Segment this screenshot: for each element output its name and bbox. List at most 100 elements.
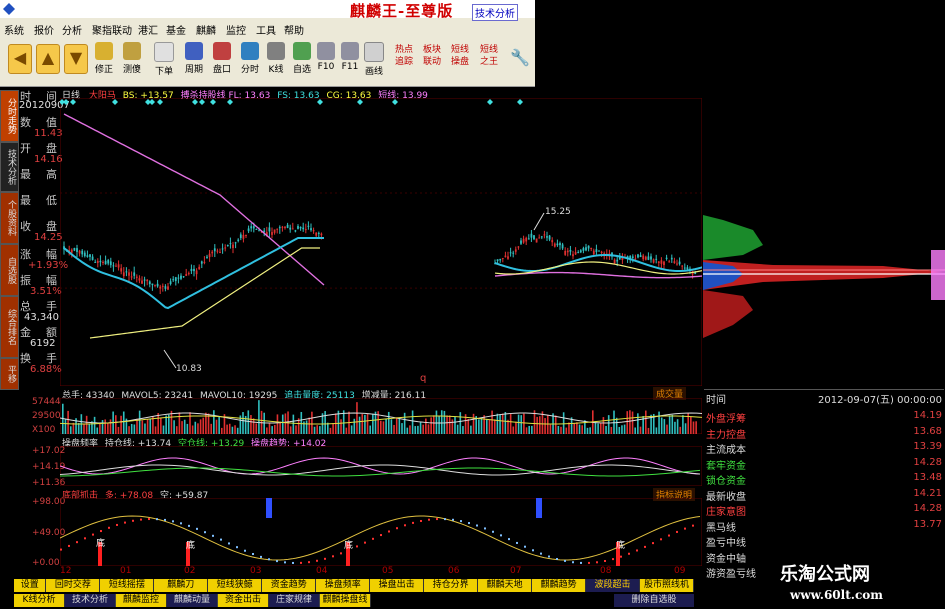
signal-dot <box>276 560 278 563</box>
menu-system[interactable]: 系统 <box>4 22 24 37</box>
bottom-tab[interactable]: 麒麟天地 <box>478 579 533 592</box>
volume-bar <box>266 427 268 434</box>
bottom-tab[interactable]: 短线摇摆 <box>100 579 155 592</box>
up-arrow-icon[interactable]: ▲ <box>36 44 60 74</box>
toolbar-fix-button[interactable]: 修正 <box>90 42 118 82</box>
bottom-tab[interactable]: 持仓分界 <box>424 579 479 592</box>
volume-bar <box>183 419 186 434</box>
signal-dot <box>76 541 78 544</box>
candle-body <box>234 242 237 244</box>
volume-bar <box>213 410 215 434</box>
ma-line-yellow <box>494 261 702 275</box>
signal-dot <box>292 561 294 564</box>
bottom-tab[interactable]: 回时交荐 <box>46 579 101 592</box>
volume-bar <box>165 415 167 434</box>
tab-profile[interactable]: 个股资料 <box>0 192 19 244</box>
toolbar-tape-button[interactable]: 盘口 <box>208 42 236 82</box>
tab-ranking[interactable]: 综合排名 <box>0 296 19 358</box>
toolbar-draw-button[interactable]: 画线 <box>360 42 388 82</box>
hotspot-button[interactable]: 热点追踪 <box>392 44 416 82</box>
stat-label: 庄家意图 <box>706 507 746 518</box>
bottom-tab[interactable]: K线分析 <box>14 594 65 607</box>
back-arrow-icon[interactable]: ◀ <box>8 44 32 74</box>
bottom-tab[interactable]: 股市照线机 <box>640 579 695 592</box>
candle-body <box>169 281 172 285</box>
menu-tools[interactable]: 工具 <box>256 22 276 37</box>
mode-tag[interactable]: 技术分析 <box>472 4 518 21</box>
signal-dot <box>100 530 102 533</box>
bottom-tab[interactable]: 技术分析 <box>65 594 116 607</box>
bottom-tab[interactable]: 短线狭鲸 <box>208 579 263 592</box>
candle-body <box>634 258 637 260</box>
volume-bar <box>448 415 451 434</box>
row-label: 高 <box>46 168 57 181</box>
bottom-tab[interactable]: 麒麟操盘线 <box>320 594 371 607</box>
bottom-tab[interactable]: 操盘出击 <box>370 579 425 592</box>
candle-body <box>151 283 154 286</box>
volume-chart[interactable] <box>60 398 702 434</box>
signal-dot <box>452 518 454 521</box>
volume-bar <box>515 421 517 434</box>
op-freq-chart[interactable] <box>60 446 702 486</box>
toolbar-intraday-button[interactable]: 分时 <box>236 42 264 82</box>
kline-icon <box>267 42 285 60</box>
bottom-tab[interactable]: 麒麟监控 <box>116 594 167 607</box>
tab-shift[interactable]: 平移 <box>0 358 19 390</box>
bottom-tab[interactable]: 操盘频率 <box>316 579 371 592</box>
candle-body <box>683 267 686 269</box>
tab-technical[interactable]: 技术分析 <box>0 142 19 192</box>
toolbar-kline-button[interactable]: K线 <box>262 42 290 82</box>
candle-body <box>514 249 517 252</box>
bottom-catch-chart[interactable] <box>60 498 702 566</box>
candle-body <box>216 250 219 252</box>
volume-bar <box>199 419 202 434</box>
bottom-tab[interactable]: 庄家规律 <box>269 594 320 607</box>
bottom-tab[interactable]: 设置 <box>14 579 47 592</box>
signal-marker <box>210 99 216 105</box>
stat-label: 游资盈亏线 <box>706 569 756 580</box>
toolbar-test-button[interactable]: 测傻 <box>118 42 146 82</box>
bottom-tab[interactable]: 麒麟趋势 <box>532 579 587 592</box>
stat-value: 14.21 <box>913 487 942 499</box>
signal-marker <box>63 99 69 105</box>
menu-fund[interactable]: 基金 <box>166 22 186 37</box>
stat-value: 13.48 <box>913 472 942 483</box>
volume-bar <box>472 413 475 434</box>
menu-analysis[interactable]: 分析 <box>62 22 82 37</box>
sector-link-button[interactable]: 板块联动 <box>420 44 444 82</box>
menu-monitor[interactable]: 监控 <box>226 22 246 37</box>
main-price-chart[interactable] <box>60 98 702 386</box>
bottom-tab[interactable]: 波段超击 <box>586 579 641 592</box>
signal-dot <box>244 549 246 552</box>
candle-body <box>242 234 245 239</box>
menu-hk[interactable]: 港汇 <box>138 22 158 37</box>
down-arrow-icon[interactable]: ▼ <box>64 44 88 74</box>
volume-bar <box>695 421 697 434</box>
wrench-icon[interactable]: 🔧 <box>510 48 530 67</box>
volume-bar <box>215 419 218 434</box>
candle-body <box>546 236 548 238</box>
bottom-tab[interactable]: 麒麟动量 <box>167 594 218 607</box>
volume-bar <box>589 427 591 434</box>
tab-watchlist[interactable]: 自选股 <box>0 244 19 296</box>
toolbar-order-button[interactable]: 下单 <box>150 42 178 82</box>
short-king-button[interactable]: 短线之王 <box>477 44 501 82</box>
menu-quote[interactable]: 报价 <box>34 22 54 37</box>
signal-dot <box>140 518 142 521</box>
stat-value: 13.77 <box>913 518 942 530</box>
tab-intraday[interactable]: 分时走势 <box>0 90 19 142</box>
bottom-tab[interactable]: 资金趋势 <box>262 579 317 592</box>
volume-bar <box>284 413 287 434</box>
candle-body <box>499 258 502 261</box>
chip-distribution-chart[interactable] <box>703 200 945 340</box>
bottom-tab[interactable]: 资金出击 <box>218 594 269 607</box>
short-trade-button[interactable]: 短线操盘 <box>448 44 472 82</box>
bottom-tab[interactable]: 麒麟刀 <box>154 579 209 592</box>
clock-icon <box>123 42 141 60</box>
menu-qilin[interactable]: 麒麟 <box>196 22 216 37</box>
menu-linkage[interactable]: 聚指联动 <box>92 22 132 37</box>
toolbar-period-button[interactable]: 周期 <box>180 42 208 82</box>
menu-help[interactable]: 帮助 <box>284 22 304 37</box>
signal-marker <box>192 99 198 105</box>
delete-watchlist-button[interactable]: 删除自选股 <box>614 594 694 607</box>
